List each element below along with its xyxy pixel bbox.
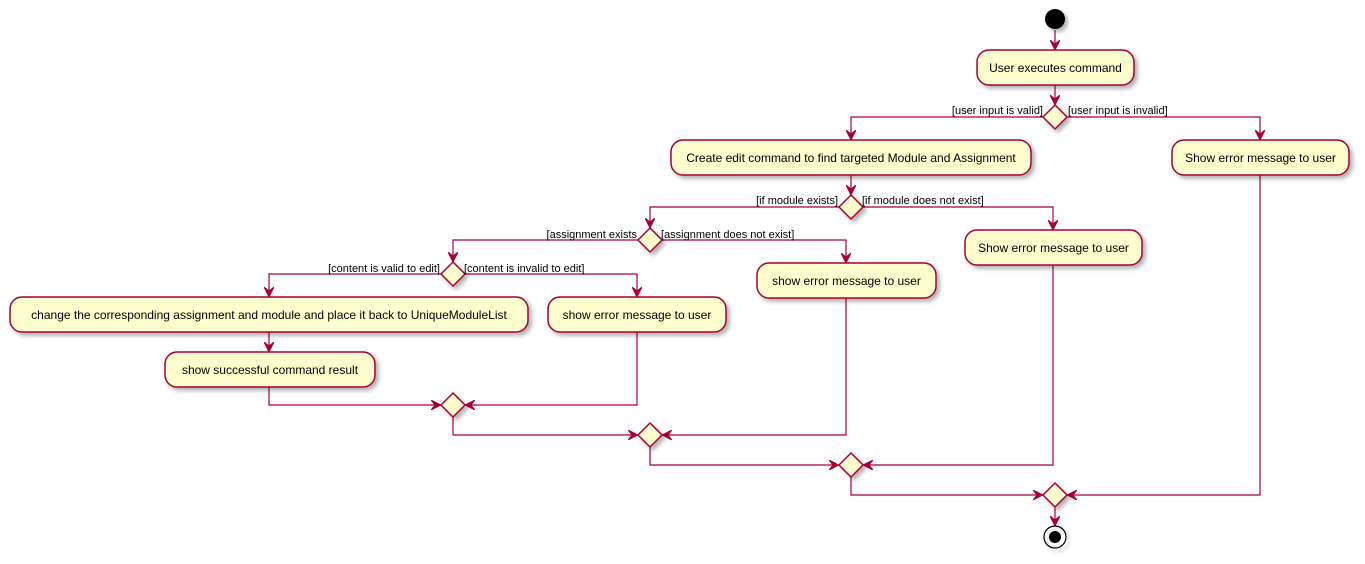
edge	[851, 116, 1043, 139]
merge-content	[439, 391, 467, 419]
decision-module-exists	[837, 193, 865, 221]
edge	[1068, 175, 1261, 495]
start-node	[1045, 9, 1065, 29]
edge	[453, 239, 638, 261]
activity-error-invalid-content: show error message to user	[547, 296, 727, 333]
decision-assignment-exists	[636, 226, 664, 254]
merge-module	[837, 451, 865, 479]
end-node	[1043, 525, 1067, 549]
activity-error-invalid-input: Show error message to user	[1171, 139, 1350, 176]
guard-input-invalid: [user input is invalid]	[1068, 105, 1168, 117]
activity-error-no-assignment: show error message to user	[756, 262, 937, 299]
activity-label: Show error message to user	[978, 241, 1129, 255]
activity-label: show successful command result	[182, 363, 359, 377]
edge	[466, 332, 638, 405]
edge	[649, 447, 838, 465]
edge	[650, 206, 839, 227]
guard-assignment-not-exist: [assignment does not exist]	[661, 229, 794, 241]
activity-user-executes: User executes command	[976, 49, 1135, 86]
edge	[268, 387, 440, 405]
activity-label: Create edit command to find targeted Mod…	[686, 151, 1016, 165]
edge	[850, 477, 1042, 495]
guard-input-valid: [user input is valid]	[952, 105, 1043, 117]
activity-label: show error message to user	[772, 274, 921, 288]
edge	[269, 273, 441, 296]
guard-content-invalid: [content is invalid to edit]	[464, 263, 584, 275]
activity-change-assignment: change the corresponding assignment and …	[9, 296, 529, 333]
merge-assignment	[636, 421, 664, 449]
guard-assignment-exists: [assignment exists	[547, 229, 638, 241]
activity-label: show error message to user	[563, 308, 712, 322]
activity-error-no-module: Show error message to user	[964, 229, 1143, 266]
activity-label: change the corresponding assignment and …	[31, 308, 507, 322]
guard-content-valid: [content is valid to edit]	[328, 263, 440, 275]
activity-create-edit: Create edit command to find targeted Mod…	[670, 139, 1032, 176]
guard-module-exists: [if module exists]	[756, 195, 838, 207]
edge	[863, 206, 1053, 229]
edge	[662, 239, 846, 262]
activity-diagram: User executes command Create edit comman…	[9, 9, 1350, 549]
guard-module-not-exist: [if module does not exist]	[862, 195, 984, 207]
edge	[465, 273, 637, 296]
decision-input-valid	[1041, 103, 1069, 131]
merge-input	[1041, 481, 1069, 509]
activity-show-success: show successful command result	[164, 351, 376, 388]
decision-content-valid	[439, 260, 467, 288]
activity-label: Show error message to user	[1185, 151, 1336, 165]
edge	[452, 417, 637, 435]
edge	[1067, 116, 1260, 139]
activity-label: User executes command	[989, 61, 1122, 75]
